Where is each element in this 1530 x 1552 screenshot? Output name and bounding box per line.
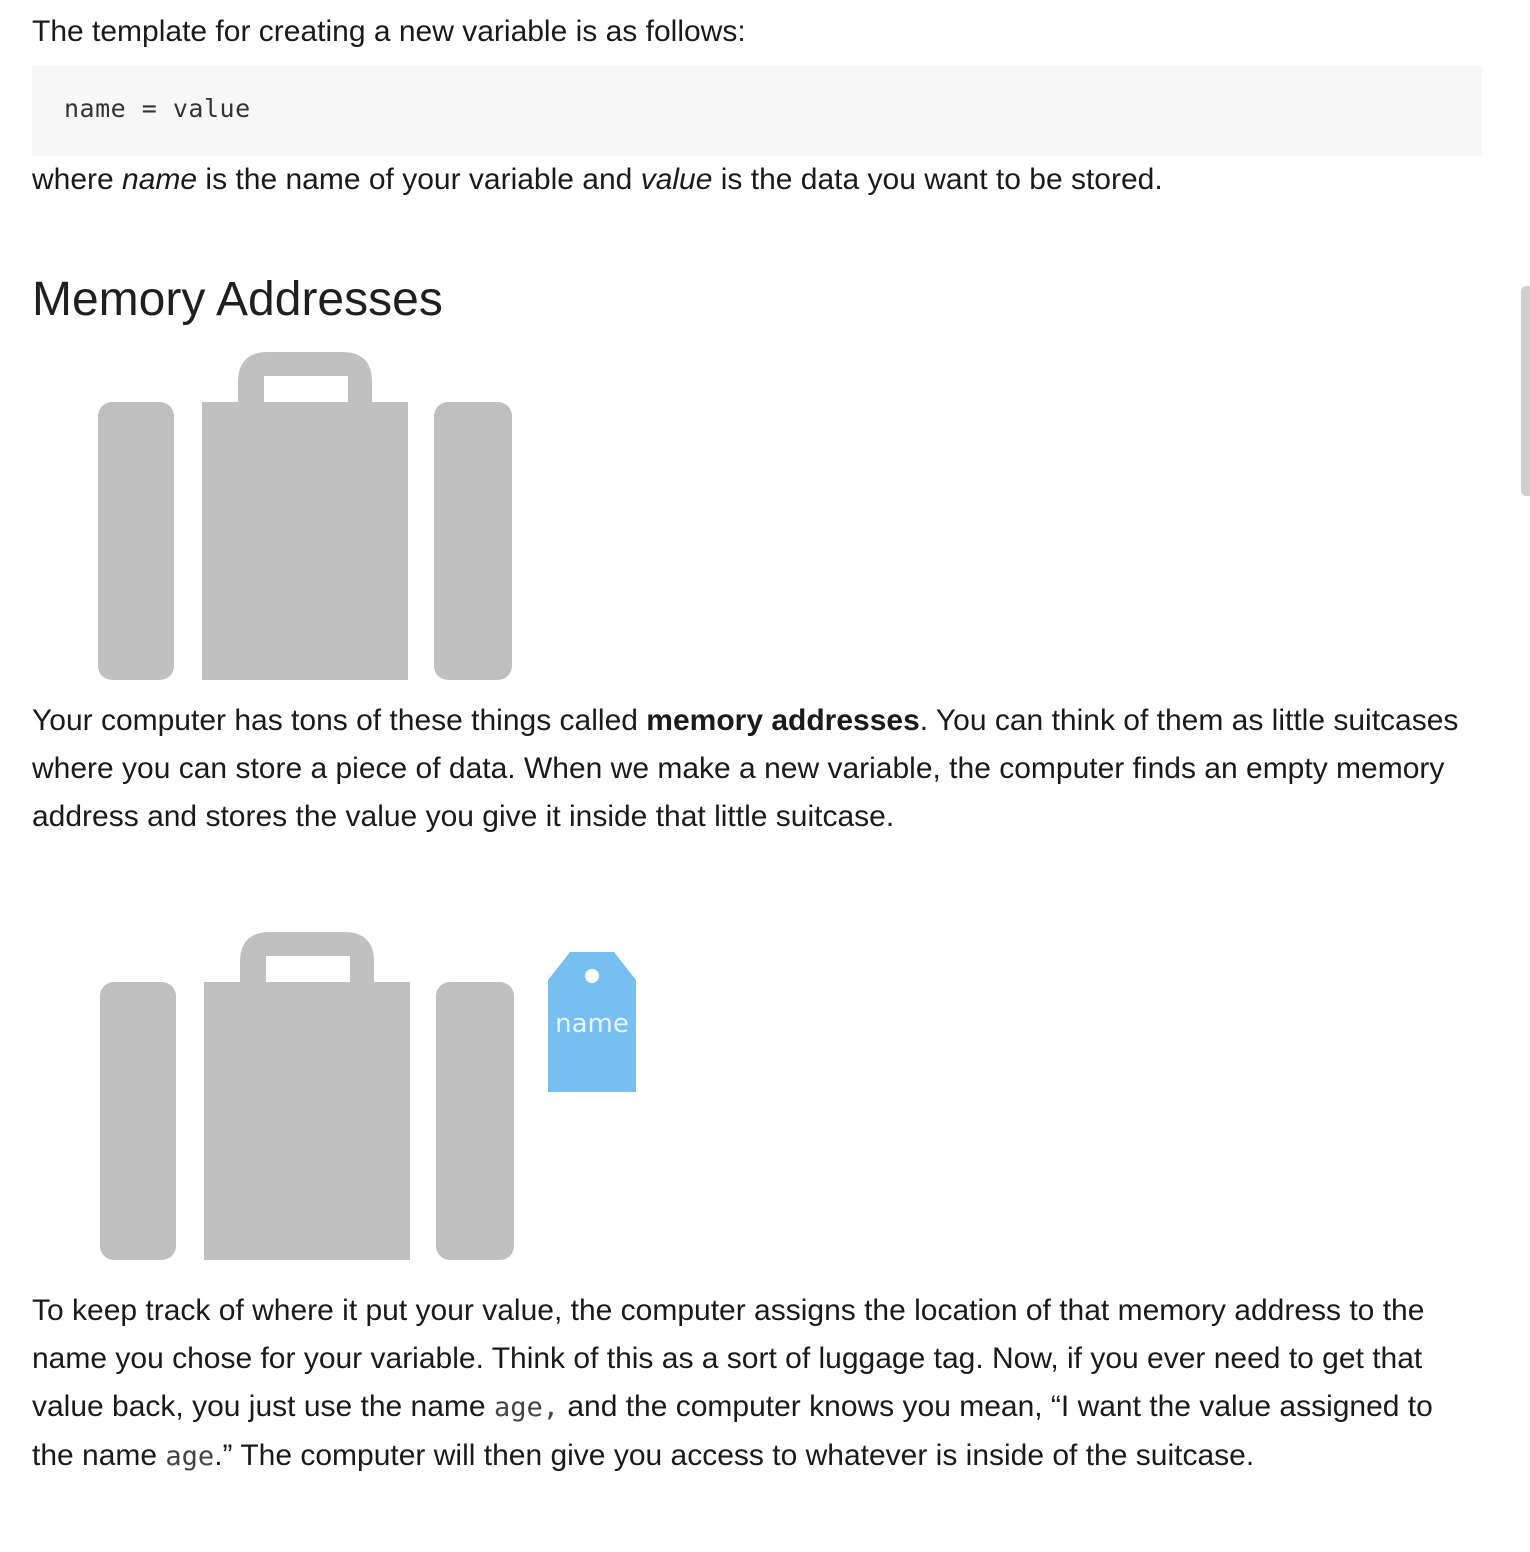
inline-code-age-2: age [165,1441,215,1472]
luggage-tag-icon: name [548,952,636,1092]
code-block: name = value [32,66,1482,156]
where-text-3: is the data you want to be stored. [712,163,1163,196]
tag-label: name [555,1009,629,1039]
where-text-1: where [32,163,123,196]
intro-text: The template for creating a new variable… [32,15,746,48]
memory-text-1: Your computer has tons of these things c… [32,704,647,737]
inline-code-age: age, [493,1392,559,1423]
track-text-3: .” The computer will then give you acces… [214,1439,1255,1472]
where-text: where name is the name of your variable … [32,156,1163,204]
where-name-emphasis: name [122,163,198,196]
scrollbar-thumb[interactable] [1521,286,1530,496]
memory-addresses-bold: memory addresses [646,704,920,737]
memory-paragraph: Your computer has tons of these things c… [32,697,1472,841]
where-text-2: is the name of your variable and [197,163,641,196]
track-paragraph: To keep track of where it put your value… [32,1287,1472,1481]
code-template: name = value [64,94,251,123]
suitcase-with-tag-image [100,932,514,1260]
suitcase-image [98,352,512,680]
where-value-emphasis: value [640,163,713,196]
section-heading: Memory Addresses [32,273,443,326]
